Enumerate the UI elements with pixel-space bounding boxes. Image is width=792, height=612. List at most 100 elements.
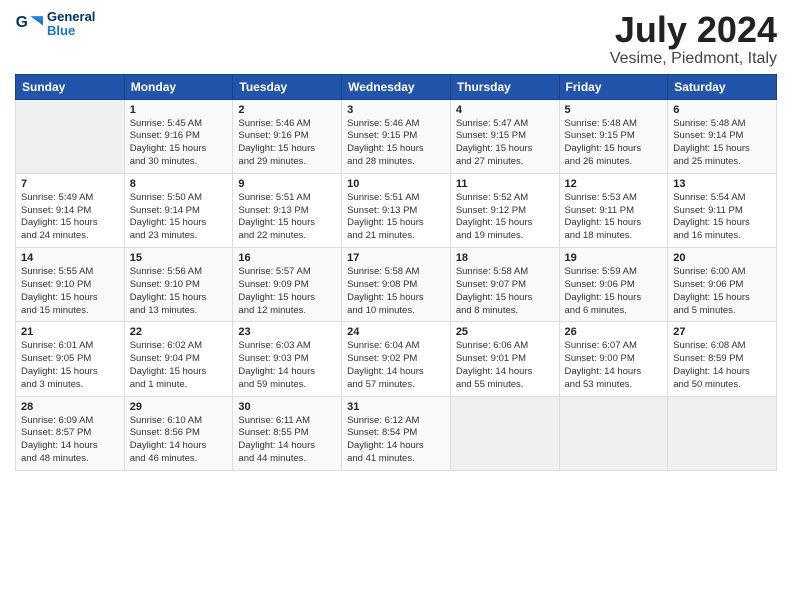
header: G General Blue July 2024 Vesime, Piedmon… bbox=[15, 10, 777, 68]
day-info: Sunrise: 5:58 AM Sunset: 9:08 PM Dayligh… bbox=[347, 266, 445, 317]
day-number: 25 bbox=[456, 326, 554, 338]
calendar-cell: 14Sunrise: 5:55 AM Sunset: 9:10 PM Dayli… bbox=[16, 248, 125, 322]
calendar-cell: 20Sunrise: 6:00 AM Sunset: 9:06 PM Dayli… bbox=[668, 248, 777, 322]
calendar-cell: 24 Sunrise: 6:04 AM Sunset: 9:02 PM Dayli… bbox=[342, 322, 451, 396]
day-number: 15 bbox=[130, 252, 228, 264]
calendar-week-4: 21 Sunrise: 6:01 AM Sunset: 9:05 PM Dayli… bbox=[16, 322, 777, 396]
day-info: Sunrise: 6:08 AM Sunset: 8:59 PM Dayligh… bbox=[673, 340, 771, 391]
day-number: 1 bbox=[130, 104, 228, 116]
calendar-subtitle: Vesime, Piedmont, Italy bbox=[610, 50, 777, 68]
calendar-cell: 9Sunrise: 5:51 AM Sunset: 9:13 PM Daylig… bbox=[233, 173, 342, 247]
calendar-cell: 3Sunrise: 5:46 AM Sunset: 9:15 PM Daylig… bbox=[342, 99, 451, 173]
calendar-cell: 25 Sunrise: 6:06 AM Sunset: 9:01 PM Dayli… bbox=[450, 322, 559, 396]
day-info: Sunrise: 5:59 AM Sunset: 9:06 PM Dayligh… bbox=[565, 266, 663, 317]
day-info: Sunrise: 5:55 AM Sunset: 9:10 PM Dayligh… bbox=[21, 266, 119, 317]
day-number: 31 bbox=[347, 401, 445, 413]
day-number: 21 bbox=[21, 326, 119, 338]
day-number: 7 bbox=[21, 178, 119, 190]
weekday-header-saturday: Saturday bbox=[668, 74, 777, 99]
calendar-week-2: 7 Sunrise: 5:49 AM Sunset: 9:14 PM Daylig… bbox=[16, 173, 777, 247]
day-number: 2 bbox=[238, 104, 336, 116]
calendar-title: July 2024 bbox=[610, 10, 777, 50]
day-number: 12 bbox=[565, 178, 663, 190]
day-number: 9 bbox=[238, 178, 336, 190]
calendar-header: SundayMondayTuesdayWednesdayThursdayFrid… bbox=[16, 74, 777, 99]
calendar-week-5: 28Sunrise: 6:09 AM Sunset: 8:57 PM Dayli… bbox=[16, 396, 777, 470]
day-info: Sunrise: 6:02 AM Sunset: 9:04 PM Dayligh… bbox=[130, 340, 228, 391]
day-info: Sunrise: 5:58 AM Sunset: 9:07 PM Dayligh… bbox=[456, 266, 554, 317]
day-info: Sunrise: 6:12 AM Sunset: 8:54 PM Dayligh… bbox=[347, 415, 445, 466]
day-info: Sunrise: 5:45 AM Sunset: 9:16 PM Dayligh… bbox=[130, 118, 228, 169]
calendar-cell: 19 Sunrise: 5:59 AM Sunset: 9:06 PM Dayli… bbox=[559, 248, 668, 322]
calendar-cell: 11 Sunrise: 5:52 AM Sunset: 9:12 PM Dayli… bbox=[450, 173, 559, 247]
calendar-body: 1 Sunrise: 5:45 AM Sunset: 9:16 PM Daylig… bbox=[16, 99, 777, 470]
calendar-cell: 30 Sunrise: 6:11 AM Sunset: 8:55 PM Dayli… bbox=[233, 396, 342, 470]
day-info: Sunrise: 5:48 AM Sunset: 9:14 PM Dayligh… bbox=[673, 118, 771, 169]
calendar-cell: 8Sunrise: 5:50 AM Sunset: 9:14 PM Daylig… bbox=[124, 173, 233, 247]
calendar-cell bbox=[16, 99, 125, 173]
calendar-cell: 23Sunrise: 6:03 AM Sunset: 9:03 PM Dayli… bbox=[233, 322, 342, 396]
day-info: Sunrise: 5:52 AM Sunset: 9:12 PM Dayligh… bbox=[456, 192, 554, 243]
day-info: Sunrise: 6:11 AM Sunset: 8:55 PM Dayligh… bbox=[238, 415, 336, 466]
day-info: Sunrise: 6:06 AM Sunset: 9:01 PM Dayligh… bbox=[456, 340, 554, 391]
day-info: Sunrise: 6:03 AM Sunset: 9:03 PM Dayligh… bbox=[238, 340, 336, 391]
calendar-cell: 28Sunrise: 6:09 AM Sunset: 8:57 PM Dayli… bbox=[16, 396, 125, 470]
calendar-cell: 16Sunrise: 5:57 AM Sunset: 9:09 PM Dayli… bbox=[233, 248, 342, 322]
day-number: 6 bbox=[673, 104, 771, 116]
day-info: Sunrise: 5:56 AM Sunset: 9:10 PM Dayligh… bbox=[130, 266, 228, 317]
day-info: Sunrise: 6:00 AM Sunset: 9:06 PM Dayligh… bbox=[673, 266, 771, 317]
day-number: 27 bbox=[673, 326, 771, 338]
page: G General Blue July 2024 Vesime, Piedmon… bbox=[0, 0, 792, 612]
calendar-cell: 22 Sunrise: 6:02 AM Sunset: 9:04 PM Dayli… bbox=[124, 322, 233, 396]
calendar-cell: 21 Sunrise: 6:01 AM Sunset: 9:05 PM Dayli… bbox=[16, 322, 125, 396]
day-info: Sunrise: 5:48 AM Sunset: 9:15 PM Dayligh… bbox=[565, 118, 663, 169]
logo-line2: Blue bbox=[47, 24, 95, 38]
day-number: 5 bbox=[565, 104, 663, 116]
day-info: Sunrise: 5:53 AM Sunset: 9:11 PM Dayligh… bbox=[565, 192, 663, 243]
day-number: 4 bbox=[456, 104, 554, 116]
calendar-cell: 10Sunrise: 5:51 AM Sunset: 9:13 PM Dayli… bbox=[342, 173, 451, 247]
svg-text:G: G bbox=[16, 14, 28, 31]
calendar-cell: 1 Sunrise: 5:45 AM Sunset: 9:16 PM Daylig… bbox=[124, 99, 233, 173]
day-info: Sunrise: 5:54 AM Sunset: 9:11 PM Dayligh… bbox=[673, 192, 771, 243]
day-number: 24 bbox=[347, 326, 445, 338]
calendar-cell bbox=[450, 396, 559, 470]
calendar-cell: 15 Sunrise: 5:56 AM Sunset: 9:10 PM Dayli… bbox=[124, 248, 233, 322]
weekday-header-tuesday: Tuesday bbox=[233, 74, 342, 99]
logo-icon: G bbox=[15, 10, 43, 38]
day-number: 11 bbox=[456, 178, 554, 190]
day-info: Sunrise: 5:51 AM Sunset: 9:13 PM Dayligh… bbox=[347, 192, 445, 243]
day-number: 29 bbox=[130, 401, 228, 413]
weekday-header-thursday: Thursday bbox=[450, 74, 559, 99]
day-number: 19 bbox=[565, 252, 663, 264]
calendar-cell: 17Sunrise: 5:58 AM Sunset: 9:08 PM Dayli… bbox=[342, 248, 451, 322]
weekday-header-sunday: Sunday bbox=[16, 74, 125, 99]
logo: G General Blue bbox=[15, 10, 95, 39]
day-number: 30 bbox=[238, 401, 336, 413]
weekday-header-wednesday: Wednesday bbox=[342, 74, 451, 99]
day-info: Sunrise: 6:01 AM Sunset: 9:05 PM Dayligh… bbox=[21, 340, 119, 391]
calendar-week-1: 1 Sunrise: 5:45 AM Sunset: 9:16 PM Daylig… bbox=[16, 99, 777, 173]
day-number: 22 bbox=[130, 326, 228, 338]
day-info: Sunrise: 6:09 AM Sunset: 8:57 PM Dayligh… bbox=[21, 415, 119, 466]
calendar-cell: 29Sunrise: 6:10 AM Sunset: 8:56 PM Dayli… bbox=[124, 396, 233, 470]
logo-line1: General bbox=[47, 10, 95, 24]
day-info: Sunrise: 5:57 AM Sunset: 9:09 PM Dayligh… bbox=[238, 266, 336, 317]
calendar-cell: 2 Sunrise: 5:46 AM Sunset: 9:16 PM Daylig… bbox=[233, 99, 342, 173]
calendar-cell: 18 Sunrise: 5:58 AM Sunset: 9:07 PM Dayli… bbox=[450, 248, 559, 322]
weekday-header-row: SundayMondayTuesdayWednesdayThursdayFrid… bbox=[16, 74, 777, 99]
day-info: Sunrise: 5:50 AM Sunset: 9:14 PM Dayligh… bbox=[130, 192, 228, 243]
day-info: Sunrise: 5:49 AM Sunset: 9:14 PM Dayligh… bbox=[21, 192, 119, 243]
calendar-cell: 12 Sunrise: 5:53 AM Sunset: 9:11 PM Dayli… bbox=[559, 173, 668, 247]
calendar-week-3: 14Sunrise: 5:55 AM Sunset: 9:10 PM Dayli… bbox=[16, 248, 777, 322]
day-info: Sunrise: 6:04 AM Sunset: 9:02 PM Dayligh… bbox=[347, 340, 445, 391]
title-section: July 2024 Vesime, Piedmont, Italy bbox=[610, 10, 777, 68]
calendar-cell bbox=[559, 396, 668, 470]
day-info: Sunrise: 5:46 AM Sunset: 9:16 PM Dayligh… bbox=[238, 118, 336, 169]
calendar-cell: 27 Sunrise: 6:08 AM Sunset: 8:59 PM Dayli… bbox=[668, 322, 777, 396]
weekday-header-monday: Monday bbox=[124, 74, 233, 99]
day-number: 18 bbox=[456, 252, 554, 264]
day-number: 3 bbox=[347, 104, 445, 116]
calendar-cell bbox=[668, 396, 777, 470]
calendar-cell: 4Sunrise: 5:47 AM Sunset: 9:15 PM Daylig… bbox=[450, 99, 559, 173]
